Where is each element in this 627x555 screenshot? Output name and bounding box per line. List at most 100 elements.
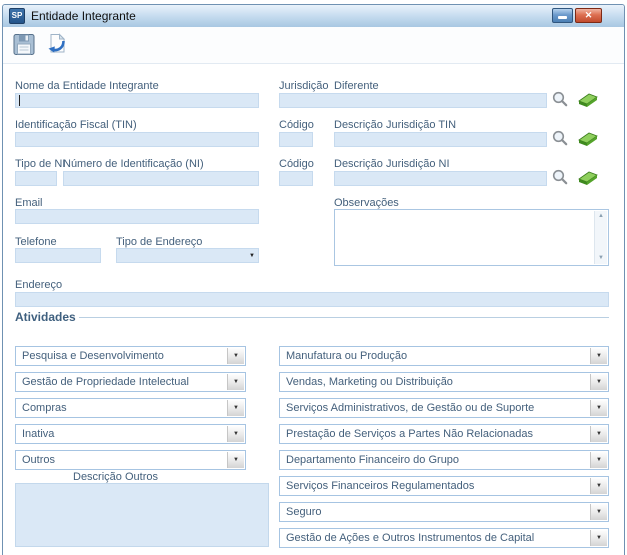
activity-label: Departamento Financeiro do Grupo	[286, 451, 459, 469]
chevron-down-icon: ▼	[591, 426, 607, 442]
tipo-ni-label: Tipo de NI	[15, 158, 65, 170]
codigo-ni-label: Código	[279, 158, 314, 170]
tipo-endereco-value	[117, 253, 120, 265]
dropdown-button[interactable]: ▼	[227, 452, 244, 468]
text-caret	[19, 95, 20, 106]
nome-input[interactable]	[15, 93, 259, 108]
descricao-tin-label: Descrição Jurisdição TIN	[334, 119, 456, 131]
descricao-ni-input[interactable]	[334, 171, 547, 186]
scroll-up-icon[interactable]: ▲	[595, 212, 607, 221]
activity-combobox-acoes[interactable]: Gestão de Ações e Outros Instrumentos de…	[279, 528, 609, 548]
diferente-label: Diferente	[334, 80, 379, 92]
dropdown-button[interactable]: ▼	[227, 426, 244, 442]
tipo-ni-input[interactable]	[15, 171, 57, 186]
endereco-input[interactable]	[15, 292, 609, 307]
descricao-tin-input[interactable]	[334, 132, 547, 147]
activity-label: Prestação de Serviços a Partes Não Relac…	[286, 425, 533, 443]
dropdown-button[interactable]: ▼	[590, 374, 607, 390]
activity-combobox-outros[interactable]: Outros ▼	[15, 450, 246, 470]
observacoes-label: Observações	[334, 197, 399, 209]
titlebar: SP Entidade Integrante ✕	[3, 5, 624, 28]
dropdown-button[interactable]: ▼	[590, 348, 607, 364]
numero-ni-label: Número de Identificação (NI)	[63, 158, 204, 170]
activity-combobox-financeiro[interactable]: Departamento Financeiro do Grupo ▼	[279, 450, 609, 470]
activity-combobox-inativa[interactable]: Inativa ▼	[15, 424, 246, 444]
jurisdicao-input[interactable]	[279, 93, 547, 108]
dropdown-button[interactable]: ▼	[227, 348, 244, 364]
close-button[interactable]: ✕	[575, 8, 602, 23]
save-button[interactable]	[11, 31, 39, 59]
section-divider	[79, 317, 609, 318]
activity-combobox-servicos-admin[interactable]: Serviços Administrativos, de Gestão ou d…	[279, 398, 609, 418]
tipo-endereco-label: Tipo de Endereço	[116, 236, 202, 248]
app-icon: SP	[9, 8, 25, 24]
telefone-input[interactable]	[15, 248, 101, 263]
dropdown-button[interactable]: ▼	[590, 400, 607, 416]
minimize-button[interactable]	[552, 8, 573, 23]
eraser-icon[interactable]	[576, 131, 600, 147]
chevron-down-icon: ▼	[228, 374, 244, 390]
eraser-icon[interactable]	[576, 170, 600, 186]
dropdown-button[interactable]: ▼	[590, 452, 607, 468]
save-and-close-button[interactable]	[43, 31, 71, 59]
nome-label: Nome da Entidade Integrante	[15, 80, 159, 92]
chevron-down-icon: ▼	[591, 348, 607, 364]
activity-combobox-pesquisa[interactable]: Pesquisa e Desenvolvimento ▼	[15, 346, 246, 366]
activity-combobox-prestacao[interactable]: Prestação de Serviços a Partes Não Relac…	[279, 424, 609, 444]
entidade-integrante-dialog: SP Entidade Integrante ✕ Nome	[2, 4, 625, 555]
codigo-tin-input[interactable]	[279, 132, 313, 147]
activity-label: Seguro	[286, 503, 321, 521]
dropdown-button[interactable]: ▼	[590, 426, 607, 442]
dropdown-button[interactable]: ▼	[227, 400, 244, 416]
descricao-ni-label: Descrição Jurisdição NI	[334, 158, 450, 170]
scroll-down-icon[interactable]: ▼	[595, 254, 607, 263]
activity-label: Compras	[22, 399, 67, 417]
eraser-icon[interactable]	[576, 92, 600, 108]
descricao-outros-textarea[interactable]	[15, 483, 269, 547]
dropdown-button[interactable]: ▼	[590, 478, 607, 494]
chevron-down-icon: ▼	[591, 452, 607, 468]
activity-combobox-vendas[interactable]: Vendas, Marketing ou Distribuição ▼	[279, 372, 609, 392]
activity-label: Inativa	[22, 425, 54, 443]
toolbar	[3, 27, 624, 64]
activity-label: Gestão de Ações e Outros Instrumentos de…	[286, 529, 534, 547]
app-icon-text: SP	[12, 11, 23, 20]
chevron-down-icon: ▼	[591, 478, 607, 494]
tipo-endereco-dropdown[interactable]: ▼	[116, 248, 259, 263]
observacoes-textarea[interactable]: ▲ ▼	[334, 209, 609, 266]
chevron-down-icon: ▼	[228, 452, 244, 468]
chevron-down-icon: ▼	[228, 426, 244, 442]
chevron-down-icon: ▼	[228, 348, 244, 364]
activity-label: Gestão de Propriedade Intelectual	[22, 373, 189, 391]
activity-combobox-regulamentados[interactable]: Serviços Financeiros Regulamentados ▼	[279, 476, 609, 496]
search-icon[interactable]	[551, 90, 569, 108]
activity-label: Serviços Administrativos, de Gestão ou d…	[286, 399, 534, 417]
activity-label: Outros	[22, 451, 55, 469]
chevron-down-icon: ▼	[591, 504, 607, 520]
activity-label: Manufatura ou Produção	[286, 347, 407, 365]
activity-label: Pesquisa e Desenvolvimento	[22, 347, 164, 365]
telefone-label: Telefone	[15, 236, 57, 248]
email-input[interactable]	[15, 209, 259, 224]
chevron-down-icon: ▼	[591, 530, 607, 546]
numero-ni-input[interactable]	[63, 171, 259, 186]
activity-label: Vendas, Marketing ou Distribuição	[286, 373, 453, 391]
atividades-title: Atividades	[15, 310, 76, 324]
chevron-down-icon: ▼	[591, 374, 607, 390]
codigo-ni-input[interactable]	[279, 171, 313, 186]
search-icon[interactable]	[551, 168, 569, 186]
tin-label: Identificação Fiscal (TIN)	[15, 119, 137, 131]
window-title: Entidade Integrante	[31, 9, 136, 23]
dropdown-button[interactable]: ▼	[590, 530, 607, 546]
activity-combobox-seguro[interactable]: Seguro ▼	[279, 502, 609, 522]
curved-arrow-icon	[43, 31, 70, 58]
tin-input[interactable]	[15, 132, 259, 147]
chevron-down-icon: ▼	[228, 400, 244, 416]
dropdown-button[interactable]: ▼	[590, 504, 607, 520]
dropdown-button[interactable]: ▼	[227, 374, 244, 390]
scrollbar[interactable]: ▲ ▼	[594, 211, 607, 264]
search-icon[interactable]	[551, 129, 569, 147]
activity-combobox-propriedade[interactable]: Gestão de Propriedade Intelectual ▼	[15, 372, 246, 392]
activity-combobox-compras[interactable]: Compras ▼	[15, 398, 246, 418]
activity-combobox-manufatura[interactable]: Manufatura ou Produção ▼	[279, 346, 609, 366]
